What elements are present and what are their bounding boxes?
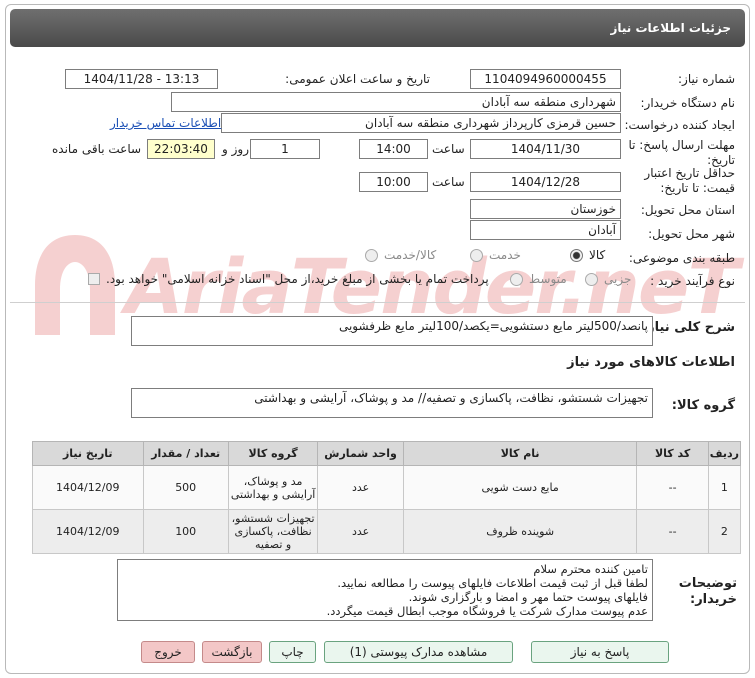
- radio-icon[interactable]: [585, 272, 598, 286]
- buyer-note-line: فایلهای پیوست حتما مهر و امضا و بارگزاری…: [408, 590, 648, 604]
- reply-button[interactable]: پاسخ به نیاز: [531, 641, 669, 663]
- buyer-notes-field: تامین کننده محترم سلام لطفا قبل از ثبت ق…: [117, 559, 653, 621]
- buyer-note-line: عدم پیوست مدارک شرکت یا فروشگاه موجب ابط…: [326, 604, 648, 618]
- province-field: خوزستان: [470, 199, 621, 219]
- treasury-note: پرداخت تمام یا بخشی از مبلغ خرید،از محل …: [106, 272, 489, 286]
- radio-selected-icon[interactable]: [570, 248, 583, 262]
- validity-time-field: 10:00: [359, 172, 428, 192]
- days-label: روز و: [222, 142, 249, 156]
- goods-table: ردیف کد کالا نام کالا واحد شمارش گروه کا…: [32, 441, 742, 554]
- cell-unit: عدد: [317, 509, 404, 554]
- radio-icon[interactable]: [510, 272, 523, 286]
- buyer-note-line: تامین کننده محترم سلام: [533, 562, 648, 576]
- table-header-row: ردیف کد کالا نام کالا واحد شمارش گروه کا…: [32, 441, 742, 466]
- panel-title: جزئیات اطلاعات نیاز: [610, 21, 731, 35]
- city-field: آبادان: [470, 220, 621, 240]
- table-row[interactable]: 1 -- مایع دست شویی عدد مد و پوشاک، آرایش…: [32, 465, 742, 510]
- announce-field: 1404/11/28 - 13:13: [65, 69, 218, 89]
- cell-row: 2: [707, 509, 742, 554]
- cell-qty: 100: [142, 509, 229, 554]
- validity-date-field: 1404/12/28: [470, 172, 621, 192]
- validity-label: حداقل تاریخ اعتبار قیمت: تا تاریخ:: [644, 166, 735, 195]
- buyer-note-line: لطفا قبل از ثبت قیمت اطلاعات فایلهای پیو…: [337, 576, 648, 590]
- city-label: شهر محل تحویل:: [648, 227, 735, 241]
- cell-qty: 500: [142, 465, 229, 510]
- col-header-date: تاریخ نیاز: [32, 441, 144, 466]
- col-header-qty: تعداد / مقدار: [142, 441, 229, 466]
- category-option-service[interactable]: خدمت: [470, 248, 521, 262]
- table-row[interactable]: 2 -- شوینده ظروف عدد تجهیزات شستشو، نظاف…: [32, 509, 742, 554]
- cell-name: مایع دست شویی: [402, 465, 638, 510]
- category-option-service-label: خدمت: [489, 248, 521, 262]
- description-field: پانصد/500لیتر مایع دستشویی=یکصد/100لیتر …: [131, 316, 653, 346]
- process-label: نوع فرآیند خرید :: [650, 274, 735, 288]
- col-header-code: کد کالا: [636, 441, 709, 466]
- days-field: 1: [250, 139, 320, 159]
- buyer-org-label: نام دستگاه خریدار:: [640, 96, 736, 110]
- buyer-org-field: شهرداری منطقه سه آبادان: [171, 92, 621, 112]
- panel-header: جزئیات اطلاعات نیاز: [10, 9, 745, 47]
- divider: [10, 302, 745, 303]
- goods-group-label: گروه کالا:: [671, 398, 735, 413]
- category-option-goods-label: کالا: [589, 248, 606, 262]
- description-label: شرح کلی نیاز:: [641, 320, 735, 335]
- category-option-goods[interactable]: کالا: [570, 248, 605, 262]
- need-number-label: شماره نیاز:: [678, 72, 735, 86]
- col-header-group: گروه کالا: [227, 441, 319, 466]
- remaining-time-field: 22:03:40: [147, 139, 215, 159]
- cell-unit: عدد: [317, 465, 404, 510]
- process-option-medium-label: متوسط: [529, 272, 567, 286]
- cell-code: --: [636, 509, 709, 554]
- col-header-unit: واحد شمارش: [317, 441, 404, 466]
- validity-time-label: ساعت: [432, 175, 465, 189]
- cell-date: 1404/12/09: [32, 509, 144, 554]
- cell-date: 1404/12/09: [32, 465, 144, 510]
- category-option-both[interactable]: کالا/خدمت: [365, 248, 436, 262]
- col-header-row: ردیف: [707, 441, 742, 466]
- exit-button[interactable]: خروج: [141, 641, 195, 663]
- treasury-checkbox-row[interactable]: پرداخت تمام یا بخشی از مبلغ خرید،از محل …: [88, 272, 489, 286]
- deadline-time-field: 14:00: [359, 139, 428, 159]
- announce-label: تاریخ و ساعت اعلان عمومی:: [285, 72, 430, 86]
- checkbox-icon[interactable]: [88, 273, 100, 285]
- process-option-medium[interactable]: متوسط: [510, 272, 567, 286]
- category-label: طبقه بندی موضوعی:: [628, 251, 735, 265]
- cell-group: تجهیزات شستشو، نظافت، پاکسازی و تصفیه: [227, 509, 319, 554]
- buyer-contact-link[interactable]: اطلاعات تماس خریدار: [110, 116, 221, 130]
- cell-code: --: [636, 465, 709, 510]
- goods-section-title: اطلاعات کالاهای مورد نیاز: [567, 355, 735, 370]
- creator-field: حسین قرمزی کارپرداز شهرداری منطقه سه آبا…: [221, 113, 621, 133]
- remaining-time-label: ساعت باقی مانده: [52, 142, 142, 156]
- deadline-label: مهلت ارسال پاسخ: تا تاریخ:: [628, 138, 735, 167]
- cell-name: شوینده ظروف: [402, 509, 638, 554]
- cell-row: 1: [707, 465, 742, 510]
- radio-icon[interactable]: [365, 248, 378, 262]
- col-header-name: نام کالا: [402, 441, 638, 466]
- category-option-both-label: کالا/خدمت: [384, 248, 437, 262]
- back-button[interactable]: بازگشت: [202, 641, 262, 663]
- deadline-time-label: ساعت: [432, 142, 465, 156]
- creator-label: ایجاد کننده درخواست:: [624, 118, 735, 132]
- print-button[interactable]: چاپ: [269, 641, 316, 663]
- need-number-field: 1104094960000455: [470, 69, 621, 89]
- process-option-minor[interactable]: جزیی: [585, 272, 631, 286]
- province-label: استان محل تحویل:: [640, 203, 735, 217]
- attachments-button[interactable]: مشاهده مدارک پیوستی (1): [324, 641, 513, 663]
- process-option-minor-label: جزیی: [604, 272, 632, 286]
- deadline-date-field: 1404/11/30: [470, 139, 621, 159]
- goods-group-field: تجهیزات شستشو، نظافت، پاکسازی و تصفیه// …: [131, 388, 653, 418]
- cell-group: مد و پوشاک، آرایشی و بهداشتی: [227, 465, 319, 510]
- buyer-notes-label: توضیحات خریدار:: [678, 576, 737, 607]
- radio-icon[interactable]: [470, 248, 483, 262]
